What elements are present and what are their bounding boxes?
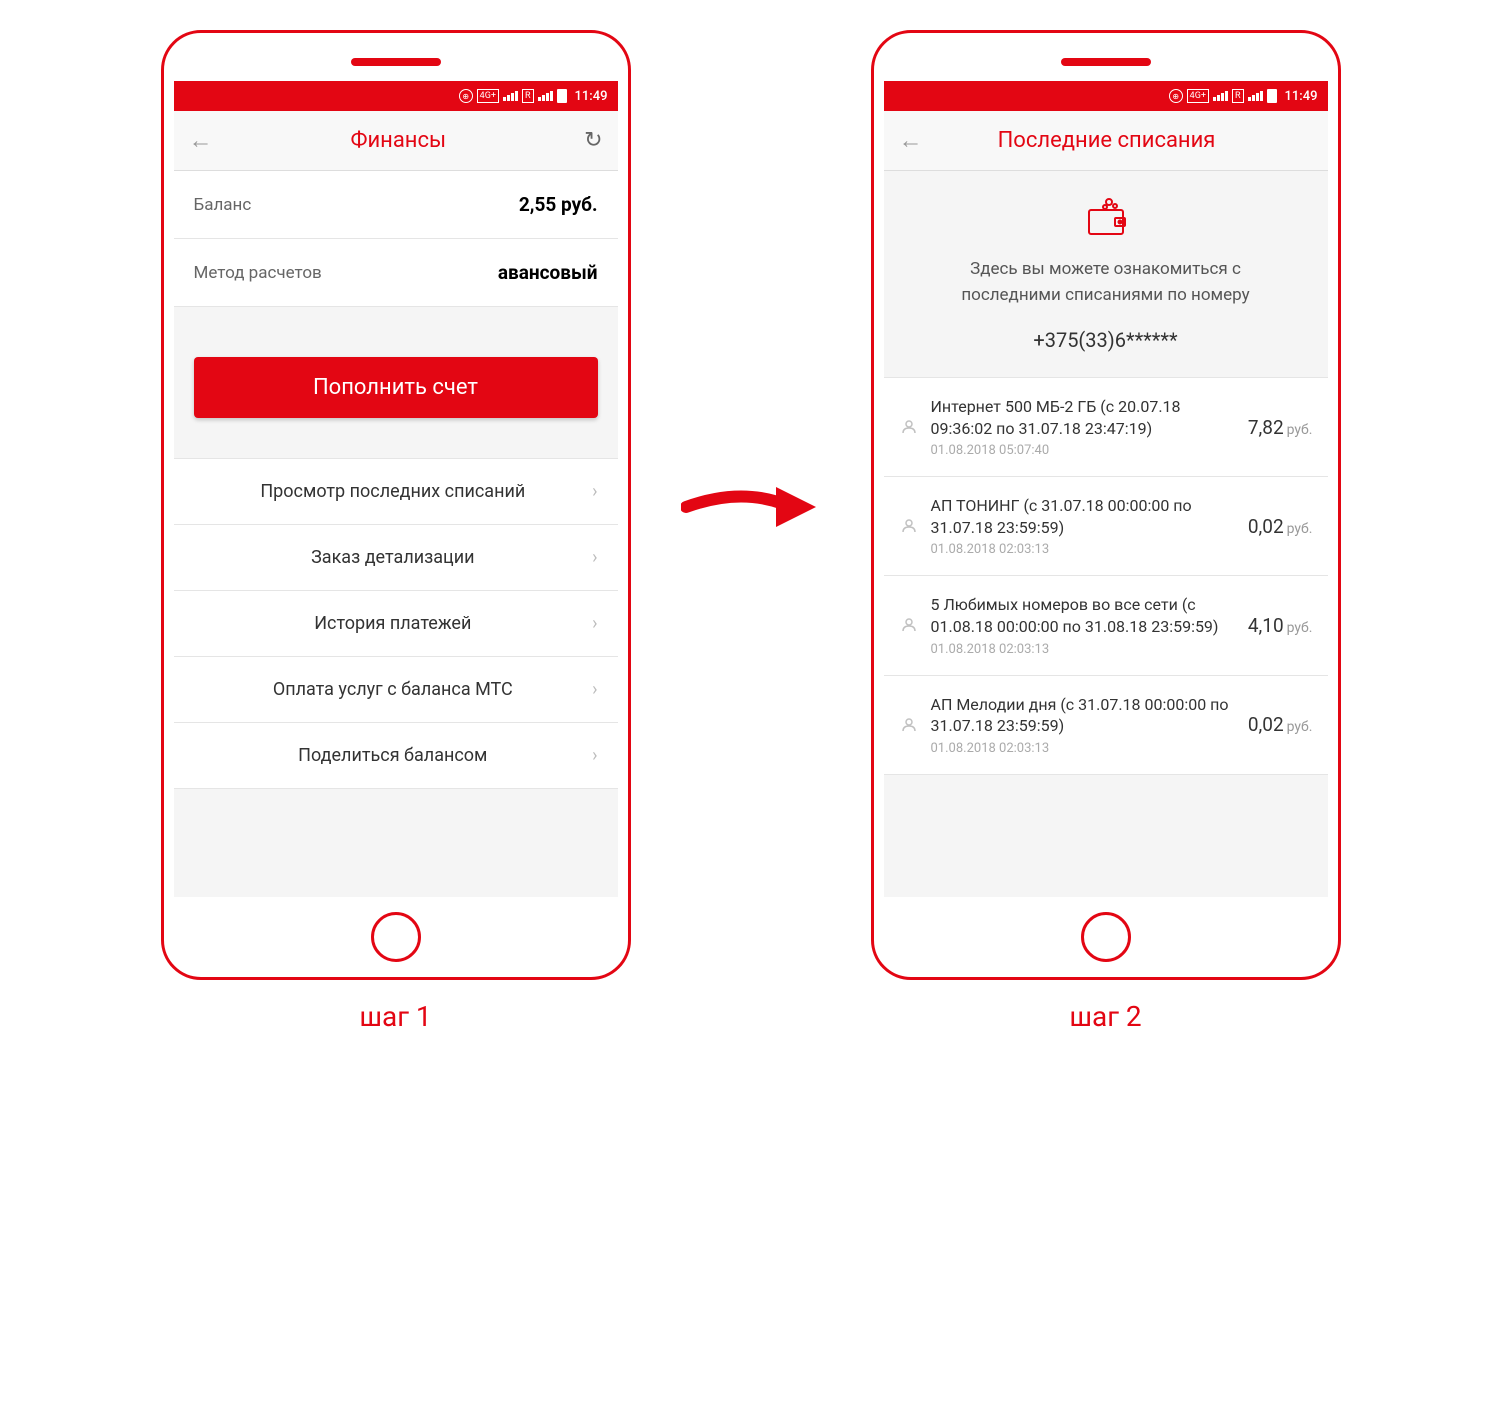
battery-icon [557, 89, 567, 103]
currency: руб. [1287, 521, 1313, 537]
flow-arrow [681, 477, 821, 537]
charge-date: 01.08.2018 02:03:13 [931, 542, 1236, 557]
wallet-icon [1083, 196, 1129, 242]
menu-last-charges[interactable]: Просмотр последних списаний › [174, 458, 618, 525]
step-label-1: шаг 1 [359, 1000, 431, 1033]
menu-item-label: Оплата услуг с баланса МТС [194, 679, 593, 700]
method-label: Метод расчетов [194, 263, 322, 283]
money-icon [899, 615, 919, 635]
globe-icon: ⊕ [459, 89, 473, 103]
status-bar: ⊕ 4G+ R 11:49 [884, 81, 1328, 111]
balance-value: 2,55 руб. [519, 193, 598, 216]
step-label-2: шаг 2 [1069, 1000, 1141, 1033]
clock: 11:49 [1285, 89, 1318, 104]
menu-share-balance[interactable]: Поделиться балансом › [174, 722, 618, 789]
back-button[interactable]: ← [899, 126, 923, 155]
status-bar: ⊕ 4G+ R 11:49 [174, 81, 618, 111]
chevron-right-icon: › [592, 547, 597, 568]
signal-icon-2 [1248, 91, 1263, 101]
charge-row[interactable]: АП ТОНИНГ (с 31.07.18 00:00:00 по 31.07.… [884, 476, 1328, 575]
globe-icon: ⊕ [1169, 89, 1183, 103]
screen-finance: ⊕ 4G+ R 11:49 ← Финансы ↻ [174, 81, 618, 897]
chevron-right-icon: › [592, 745, 597, 766]
phone-speaker [351, 58, 441, 66]
chevron-right-icon: › [592, 481, 597, 502]
menu-item-label: История платежей [194, 613, 593, 634]
signal-icon [503, 91, 518, 101]
menu-payment-history[interactable]: История платежей › [174, 590, 618, 657]
balance-label: Баланс [194, 195, 252, 215]
screen-charges: ⊕ 4G+ R 11:49 ← Последние списания [884, 81, 1328, 897]
charge-title: 5 Любимых номеров во все сети (с 01.08.1… [931, 594, 1236, 637]
charge-date: 01.08.2018 02:03:13 [931, 741, 1236, 756]
menu-pay-from-balance[interactable]: Оплата услуг с баланса МТС › [174, 656, 618, 723]
back-button[interactable]: ← [189, 126, 213, 155]
menu-order-details[interactable]: Заказ детализации › [174, 524, 618, 591]
money-icon [899, 417, 919, 437]
clock: 11:49 [575, 89, 608, 104]
charge-row[interactable]: Интернет 500 МБ-2 ГБ (с 20.07.18 09:36:0… [884, 377, 1328, 476]
roaming-icon: R [522, 89, 534, 103]
balance-row: Баланс 2,55 руб. [174, 171, 618, 239]
chevron-right-icon: › [592, 679, 597, 700]
charge-date: 01.08.2018 05:07:40 [931, 443, 1236, 458]
signal-icon-2 [538, 91, 553, 101]
charge-row[interactable]: 5 Любимых номеров во все сети (с 01.08.1… [884, 575, 1328, 674]
home-button[interactable] [371, 912, 421, 962]
network-type: 4G+ [1187, 89, 1209, 103]
refresh-button[interactable]: ↻ [584, 128, 602, 153]
signal-icon [1213, 91, 1228, 101]
menu-item-label: Поделиться балансом [194, 745, 593, 766]
money-icon [899, 516, 919, 536]
currency: руб. [1287, 620, 1313, 636]
method-value: авансовый [498, 261, 598, 284]
charge-title: АП ТОНИНГ (с 31.07.18 00:00:00 по 31.07.… [931, 495, 1236, 538]
phone-frame-2: ⊕ 4G+ R 11:49 ← Последние списания [871, 30, 1341, 980]
menu-item-label: Заказ детализации [194, 547, 593, 568]
page-title: Финансы [213, 128, 585, 153]
phone-number: +375(33)6****** [904, 328, 1308, 352]
charge-row[interactable]: АП Мелодии дня (с 31.07.18 00:00:00 по 3… [884, 675, 1328, 775]
phone-frame-1: ⊕ 4G+ R 11:49 ← Финансы ↻ [161, 30, 631, 980]
title-bar: ← Финансы ↻ [174, 111, 618, 171]
menu-item-label: Просмотр последних списаний [194, 481, 593, 502]
currency: руб. [1287, 422, 1313, 438]
network-type: 4G+ [477, 89, 499, 103]
currency: руб. [1287, 719, 1313, 735]
phone-speaker [1061, 58, 1151, 66]
battery-icon [1267, 89, 1277, 103]
intro-text-2: последними списаниями по номеру [904, 283, 1308, 309]
title-bar: ← Последние списания [884, 111, 1328, 171]
charge-amount: 7,82 [1248, 416, 1284, 439]
charge-title: АП Мелодии дня (с 31.07.18 00:00:00 по 3… [931, 694, 1236, 737]
roaming-icon: R [1232, 89, 1244, 103]
chevron-right-icon: › [592, 613, 597, 634]
topup-button[interactable]: Пополнить счет [194, 357, 598, 418]
charge-title: Интернет 500 МБ-2 ГБ (с 20.07.18 09:36:0… [931, 396, 1236, 439]
charge-amount: 4,10 [1248, 614, 1284, 637]
charge-amount: 0,02 [1248, 515, 1284, 538]
page-title: Последние списания [923, 128, 1291, 153]
intro-text-1: Здесь вы можете ознакомиться с [904, 257, 1308, 283]
money-icon [899, 715, 919, 735]
method-row: Метод расчетов авансовый [174, 239, 618, 307]
home-button[interactable] [1081, 912, 1131, 962]
charge-amount: 0,02 [1248, 713, 1284, 736]
charge-date: 01.08.2018 02:03:13 [931, 642, 1236, 657]
